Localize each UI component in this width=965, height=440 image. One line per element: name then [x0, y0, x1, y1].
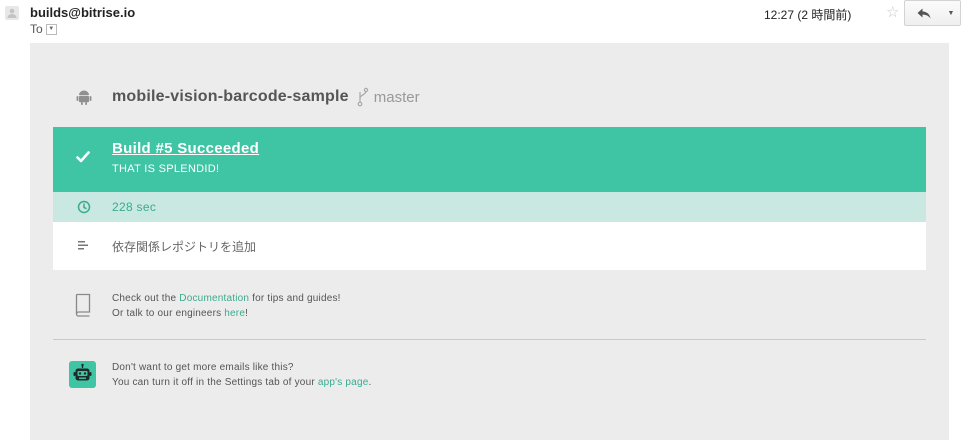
build-title-link[interactable]: Build #5 Succeeded [112, 140, 259, 157]
build-status-card: Build #5 Succeeded THAT IS SPLENDID! 228… [53, 127, 926, 270]
email-body: mobile-vision-barcode-sample master Buil… [30, 43, 949, 440]
repo-name: mobile-vision-barcode-sample [112, 88, 349, 105]
unsubscribe-line-1: Don't want to get more emails like this? [112, 362, 294, 373]
star-icon[interactable]: ☆ [886, 3, 899, 21]
docs-line-2: Or talk to our engineers here! [112, 306, 341, 321]
android-icon [76, 90, 92, 105]
docs-suffix: for tips and guides! [249, 293, 341, 304]
commit-message-icon [78, 241, 88, 250]
clock-icon [77, 200, 91, 214]
docs-text: Check out the Documentation for tips and… [112, 291, 341, 321]
build-duration: 228 sec [112, 200, 157, 214]
chevron-down-icon: ▼ [947, 9, 955, 17]
docs-line-1: Check out the Documentation for tips and… [112, 291, 341, 306]
docs-prefix: Check out the [112, 293, 180, 304]
unsubscribe-text: Don't want to get more emails like this?… [112, 360, 371, 390]
show-details-caret-icon[interactable]: ▼ [45, 23, 57, 35]
reply-arrow-icon [917, 8, 931, 18]
support-prefix: Or talk to our engineers [112, 308, 225, 319]
duration-row: 228 sec [53, 192, 926, 222]
unsubscribe-prefix: You can turn it off in the Settings tab … [112, 377, 318, 388]
branch-name: master [373, 88, 420, 106]
documentation-link[interactable]: Documentation [179, 293, 249, 304]
book-icon [75, 293, 91, 317]
to-label: To [30, 22, 43, 36]
reply-button[interactable] [904, 0, 944, 26]
unsubscribe-suffix: . [368, 377, 372, 388]
git-branch-icon [357, 87, 368, 107]
more-actions-button[interactable]: ▼ [942, 0, 961, 26]
commit-row: 依存関係レポジトリを追加 [53, 222, 926, 270]
bitrise-robot-icon [69, 361, 96, 388]
commit-message: 依存関係レポジトリを追加 [112, 240, 257, 254]
sender-avatar [5, 6, 19, 20]
timestamp: 12:27 (2 時間前) [764, 8, 852, 22]
unsubscribe-line-2: You can turn it off in the Settings tab … [112, 375, 371, 390]
recipients-row: To ▼ [30, 22, 57, 36]
support-suffix: ! [245, 308, 249, 319]
checkmark-icon [76, 151, 90, 163]
mail-header: builds@bitrise.io To ▼ 12:27 (2 時間前) ☆ ▼ [0, 0, 965, 40]
divider [53, 339, 926, 340]
success-banner: Build #5 Succeeded THAT IS SPLENDID! [53, 127, 926, 192]
person-icon [7, 8, 17, 18]
support-here-link[interactable]: here [224, 308, 245, 319]
repo-header: mobile-vision-barcode-sample master [75, 87, 420, 107]
build-subtitle: THAT IS SPLENDID! [112, 163, 220, 175]
sender-address[interactable]: builds@bitrise.io [30, 5, 135, 20]
apps-page-link[interactable]: app's page [318, 377, 369, 388]
